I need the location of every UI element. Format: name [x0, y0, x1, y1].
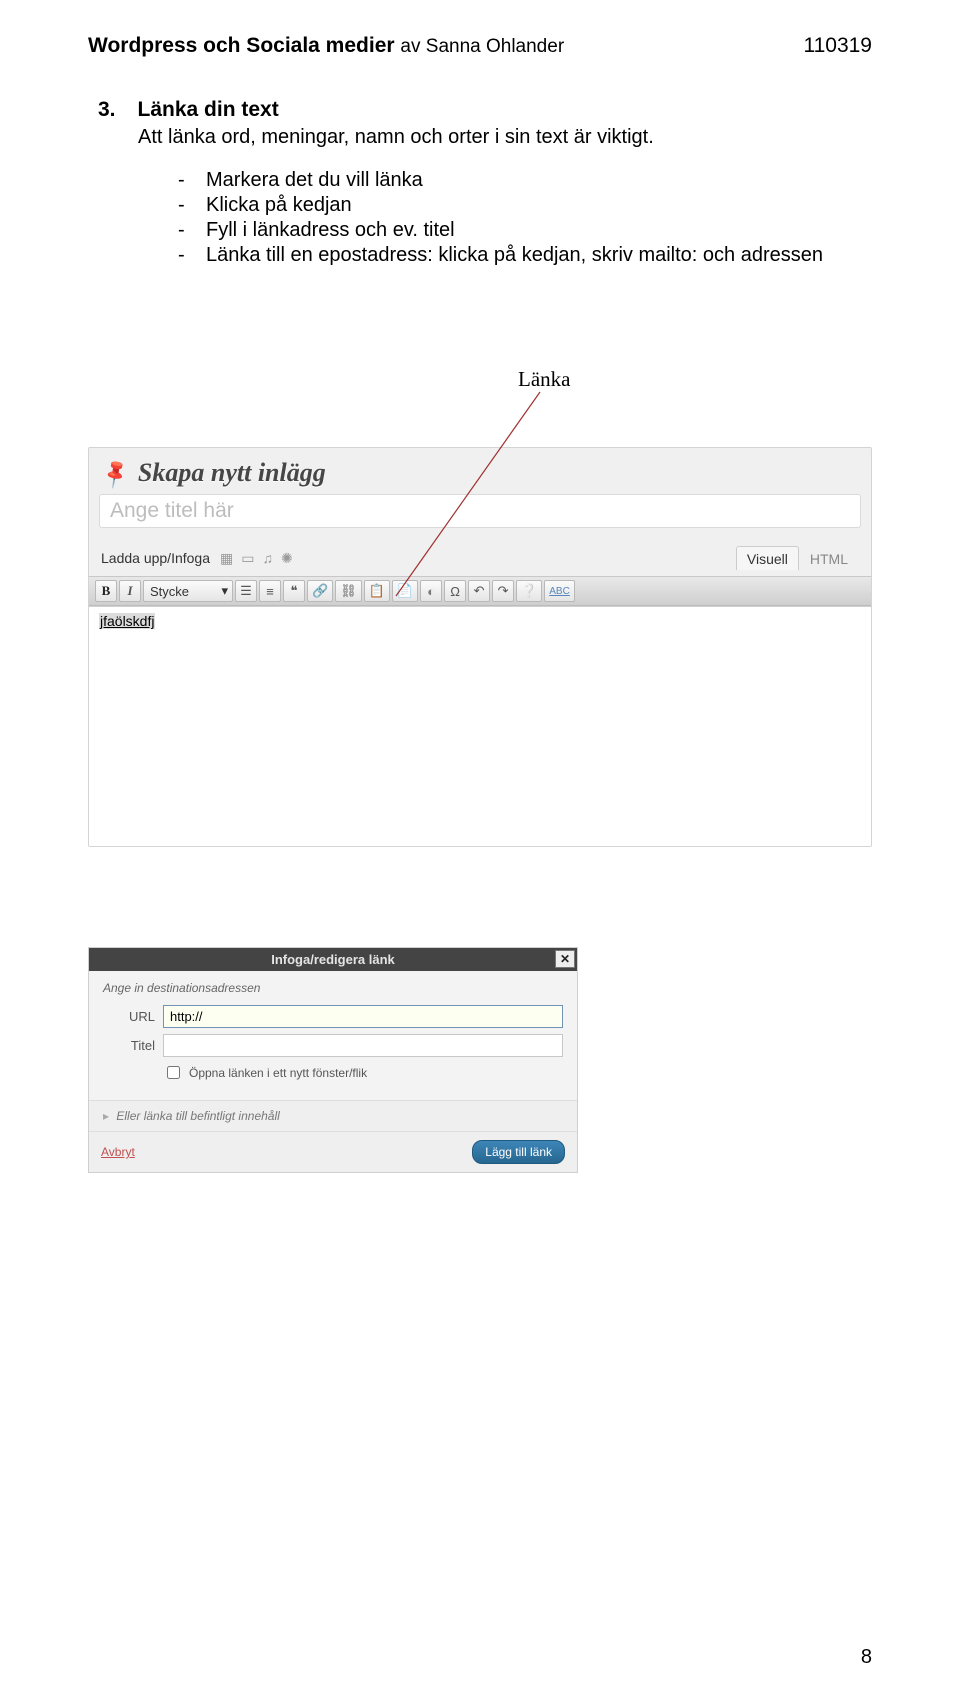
list-item: Länka till en epostadress: klicka på ked…: [178, 244, 872, 267]
title-input[interactable]: [163, 1034, 563, 1057]
section-number: 3.: [98, 98, 116, 122]
spellcheck-button[interactable]: ABC: [544, 580, 575, 602]
help-button[interactable]: ❔: [516, 580, 542, 602]
tab-html[interactable]: HTML: [799, 546, 859, 570]
section-heading: 3. Länka din text: [98, 98, 872, 122]
unlink-button[interactable]: ⛓: [335, 580, 362, 602]
undo-button[interactable]: ↶: [468, 580, 490, 602]
close-button[interactable]: ✕: [555, 950, 575, 968]
editor-panel: 📌 Skapa nytt inlägg Ange titel här Ladda…: [88, 447, 872, 847]
title-label: Titel: [103, 1038, 155, 1053]
url-input[interactable]: [163, 1005, 563, 1028]
header-title-bold: Wordpress och Sociala medier: [88, 34, 395, 57]
editor-content[interactable]: jfaölskdfj: [89, 606, 871, 846]
header-byline: av Sanna Ohlander: [400, 36, 564, 57]
editor-title: Skapa nytt inlägg: [138, 458, 326, 488]
chevron-right-icon: ▸: [103, 1109, 109, 1123]
section-title: Länka din text: [138, 98, 279, 122]
link-dialog: Infoga/redigera länk ✕ Ange in destinati…: [88, 947, 578, 1173]
tab-visual[interactable]: Visuell: [736, 546, 799, 570]
url-label: URL: [103, 1009, 155, 1024]
clear-formatting-button[interactable]: ◐: [420, 580, 442, 602]
section-intro: Att länka ord, meningar, namn och orter …: [138, 126, 872, 149]
bold-button[interactable]: B: [95, 580, 117, 602]
list-item: Fyll i länkadress och ev. titel: [178, 219, 872, 242]
expand-existing-content[interactable]: ▸ Eller länka till befintligt innehåll: [89, 1100, 577, 1131]
blockquote-button[interactable]: ❝: [283, 580, 305, 602]
chevron-down-icon: ▾: [221, 583, 228, 599]
header-title: Wordpress och Sociala medier av Sanna Oh…: [88, 34, 564, 58]
editor-head: 📌 Skapa nytt inlägg: [89, 448, 871, 494]
expand-label: Eller länka till befintligt innehåll: [116, 1109, 279, 1123]
post-title-input[interactable]: Ange titel här: [99, 494, 861, 528]
cancel-link[interactable]: Avbryt: [101, 1145, 135, 1159]
bullet-list: Markera det du vill länka Klicka på kedj…: [178, 169, 872, 267]
link-button[interactable]: 🔗: [307, 580, 333, 602]
list-item: Markera det du vill länka: [178, 169, 872, 192]
header-date: 110319: [803, 34, 872, 58]
style-select-label: Stycke: [150, 584, 189, 599]
callout-label: Länka: [518, 367, 570, 392]
upload-label: Ladda upp/Infoga: [101, 550, 210, 566]
editor-toolbar: B I Stycke ▾ ☰ ≡ ❝ 🔗 ⛓ 📋 📄 ◐ Ω ↶ ↷ ❔ ABC: [89, 576, 871, 606]
dialog-section-label: Ange in destinationsadressen: [103, 981, 563, 995]
selected-text: jfaölskdfj: [99, 613, 155, 629]
unordered-list-button[interactable]: ☰: [235, 580, 257, 602]
insert-audio-icon[interactable]: ♫: [262, 550, 273, 567]
insert-media-icon[interactable]: ✺: [281, 550, 293, 567]
running-header: Wordpress och Sociala medier av Sanna Oh…: [88, 34, 872, 58]
special-char-button[interactable]: Ω: [444, 580, 466, 602]
page-number: 8: [861, 1646, 872, 1669]
add-link-button[interactable]: Lägg till länk: [472, 1140, 565, 1164]
redo-button[interactable]: ↷: [492, 580, 514, 602]
newtab-label: Öppna länken i ett nytt fönster/flik: [189, 1066, 367, 1080]
insert-video-icon[interactable]: ▭: [241, 550, 254, 567]
paste-plain-button[interactable]: 📋: [364, 580, 390, 602]
ordered-list-button[interactable]: ≡: [259, 580, 281, 602]
dialog-titlebar[interactable]: Infoga/redigera länk ✕: [89, 948, 577, 971]
pin-icon: 📌: [98, 456, 133, 491]
paste-word-button[interactable]: 📄: [392, 580, 418, 602]
italic-button[interactable]: I: [119, 580, 141, 602]
dialog-title: Infoga/redigera länk: [211, 948, 455, 971]
style-select[interactable]: Stycke ▾: [143, 580, 233, 602]
insert-image-icon[interactable]: ▦: [220, 550, 233, 567]
list-item: Klicka på kedjan: [178, 194, 872, 217]
newtab-checkbox[interactable]: [167, 1066, 180, 1079]
